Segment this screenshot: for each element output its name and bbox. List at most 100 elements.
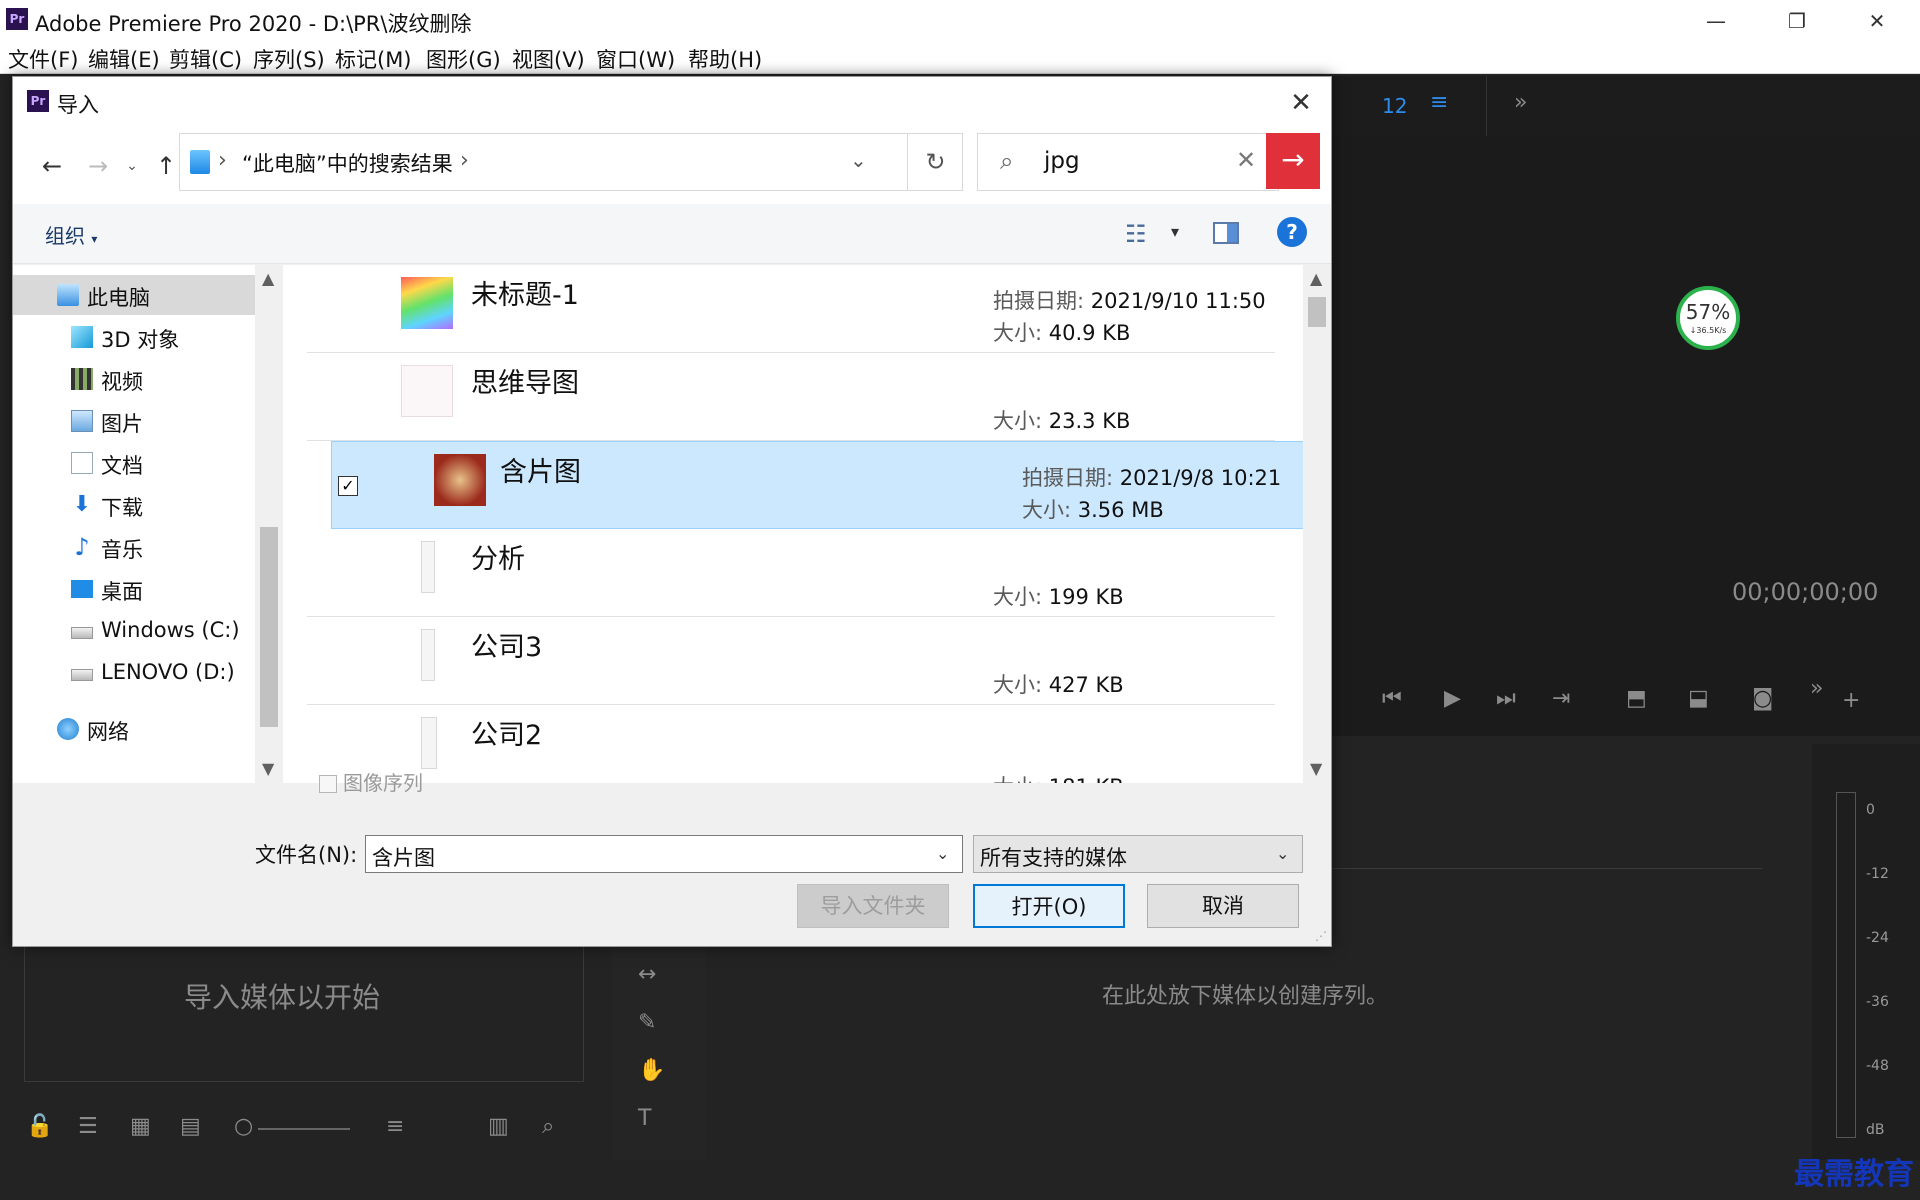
- go-to-out-icon[interactable]: ⇥: [1552, 686, 1570, 711]
- tree-item-downloads[interactable]: ⬇ 下载: [13, 485, 255, 525]
- lock-icon[interactable]: 🔓: [26, 1114, 53, 1139]
- menu-file[interactable]: 文件(F): [8, 44, 78, 74]
- menu-clip[interactable]: 剪辑(C): [169, 44, 242, 74]
- help-icon[interactable]: ?: [1277, 217, 1307, 247]
- step-forward-icon[interactable]: ⏭: [1496, 686, 1516, 711]
- menu-window[interactable]: 窗口(W): [596, 44, 675, 74]
- clear-search-icon[interactable]: ✕: [1236, 146, 1256, 174]
- panel-tab-count[interactable]: 12: [1382, 94, 1407, 118]
- view-options-icon[interactable]: ☷: [1125, 220, 1147, 248]
- file-row[interactable]: 公司2 大小: 181 KB: [301, 705, 1287, 783]
- menu-edit[interactable]: 编辑(E): [88, 44, 160, 74]
- resize-grip-icon[interactable]: ⋰: [1315, 929, 1327, 943]
- menu-help[interactable]: 帮助(H): [688, 44, 762, 74]
- filename-value[interactable]: 含片图: [372, 842, 435, 872]
- import-folder-button[interactable]: 导入文件夹: [797, 884, 949, 928]
- restore-button[interactable]: ❐: [1782, 6, 1812, 36]
- file-row-selected[interactable]: ✓ 含片图 拍摄日期: 2021/9/8 10:21 大小: 3.56 MB: [331, 441, 1317, 529]
- panel-overflow-icon[interactable]: »: [1514, 90, 1527, 115]
- tree-item-documents[interactable]: 文档: [13, 443, 255, 483]
- lift-icon[interactable]: ⬒: [1626, 686, 1647, 711]
- file-list-scrollbar[interactable]: ▲ ▼: [1303, 265, 1331, 783]
- close-button[interactable]: ✕: [1862, 6, 1892, 36]
- controls-overflow-icon[interactable]: »: [1810, 676, 1823, 701]
- menu-graphics[interactable]: 图形(G): [426, 44, 501, 74]
- rate-stretch-tool-icon[interactable]: ↔: [638, 962, 656, 987]
- hand-tool-icon[interactable]: ✋: [638, 1058, 665, 1083]
- scroll-down-icon[interactable]: ▼: [262, 759, 274, 778]
- checkbox-box[interactable]: [319, 775, 337, 793]
- file-row[interactable]: 未标题-1 拍摄日期: 2021/9/10 11:50 大小: 40.9 KB: [301, 265, 1287, 353]
- file-type-select[interactable]: 所有支持的媒体 ⌄: [973, 835, 1303, 873]
- network-speed-badge[interactable]: 57% ↓36.5K/s: [1676, 286, 1740, 350]
- address-dropdown-icon[interactable]: ⌄: [850, 148, 867, 172]
- file-row[interactable]: 公司3 大小: 427 KB: [301, 617, 1287, 705]
- organize-menu[interactable]: 组织 ▾: [45, 220, 97, 249]
- menu-marker[interactable]: 标记(M): [335, 44, 412, 74]
- tree-item-this-pc[interactable]: 此电脑: [13, 275, 255, 315]
- automate-icon[interactable]: ▥: [488, 1114, 509, 1139]
- tree-item-drive-c[interactable]: Windows (C:): [13, 611, 255, 651]
- address-bar[interactable]: › “此电脑”中的搜索结果 › ⌄ ↻: [179, 133, 963, 191]
- step-back-icon[interactable]: ⏮: [1382, 686, 1402, 711]
- breadcrumb-search-results[interactable]: “此电脑”中的搜索结果: [242, 148, 453, 178]
- tree-item-music[interactable]: ♪ 音乐: [13, 527, 255, 567]
- zoom-slider-icon[interactable]: ○: [234, 1114, 253, 1139]
- image-thumbnail: [421, 541, 435, 593]
- network-icon: [57, 718, 79, 740]
- tree-item-desktop[interactable]: 桌面: [13, 569, 255, 609]
- program-timecode[interactable]: 00;00;00;00: [1732, 578, 1878, 606]
- tree-scrollbar[interactable]: ▲ ▼: [255, 265, 283, 783]
- view-dropdown-icon[interactable]: ▾: [1171, 222, 1179, 241]
- find-icon[interactable]: ⌕: [542, 1114, 554, 1139]
- breadcrumb-chevron-icon[interactable]: ›: [218, 148, 227, 173]
- file-type-dropdown-icon[interactable]: ⌄: [1276, 844, 1289, 863]
- filename-input[interactable]: 含片图 ⌄: [365, 835, 963, 873]
- freeform-view-icon[interactable]: ▤: [180, 1114, 201, 1139]
- tree-scroll-thumb[interactable]: [260, 527, 278, 727]
- back-arrow-icon[interactable]: ←: [37, 151, 67, 181]
- scroll-down-icon[interactable]: ▼: [1310, 759, 1322, 778]
- scroll-up-icon[interactable]: ▲: [1310, 269, 1322, 288]
- menu-sequence[interactable]: 序列(S): [253, 44, 325, 74]
- image-sequence-checkbox[interactable]: 图像序列: [319, 767, 423, 796]
- tree-item-3d-objects[interactable]: 3D 对象: [13, 317, 255, 357]
- search-input[interactable]: jpg: [1044, 148, 1080, 174]
- file-list-scroll-thumb[interactable]: [1308, 297, 1326, 327]
- pen-tool-icon[interactable]: ✎: [638, 1010, 656, 1035]
- type-tool-icon[interactable]: T: [638, 1106, 651, 1131]
- recent-locations-icon[interactable]: ⌄: [117, 151, 147, 181]
- dialog-close-button[interactable]: ✕: [1283, 85, 1319, 121]
- file-name: 分析: [471, 544, 525, 575]
- list-view-icon[interactable]: ☰: [78, 1114, 98, 1139]
- icon-view-icon[interactable]: ▦: [130, 1114, 151, 1139]
- import-dialog: Pr 导入 ✕ ← → ⌄ ↑ › “此电脑”中的搜索结果 › ⌄ ↻ ⌕ jp…: [12, 76, 1332, 947]
- cancel-button[interactable]: 取消: [1147, 884, 1299, 928]
- tree-item-network[interactable]: 网络: [13, 709, 255, 749]
- up-arrow-icon[interactable]: ↑: [151, 151, 181, 181]
- app-title: Adobe Premiere Pro 2020 - D:\PR\波纹删除: [35, 12, 472, 36]
- minimize-button[interactable]: —: [1701, 6, 1731, 36]
- play-icon[interactable]: ▶: [1444, 686, 1461, 711]
- sort-icon[interactable]: ≡: [386, 1114, 404, 1139]
- breadcrumb-chevron-icon[interactable]: ›: [460, 148, 469, 173]
- forward-arrow-icon[interactable]: →: [83, 151, 113, 181]
- refresh-icon[interactable]: ↻: [907, 134, 963, 190]
- tree-item-video[interactable]: 视频: [13, 359, 255, 399]
- row-checkbox[interactable]: ✓: [338, 476, 358, 496]
- preview-pane-icon[interactable]: [1213, 222, 1239, 244]
- search-box[interactable]: ⌕ jpg ✕: [977, 133, 1279, 191]
- file-row[interactable]: 分析 大小: 199 KB: [301, 529, 1287, 617]
- add-button-icon[interactable]: +: [1842, 688, 1860, 713]
- panel-menu-icon[interactable]: ≡: [1430, 90, 1448, 115]
- open-button[interactable]: 打开(O): [973, 884, 1125, 928]
- export-frame-icon[interactable]: ◙: [1752, 686, 1773, 711]
- extract-icon[interactable]: ⬓: [1688, 686, 1709, 711]
- menu-view[interactable]: 视图(V): [512, 44, 585, 74]
- scroll-up-icon[interactable]: ▲: [262, 269, 274, 288]
- search-go-arrow-icon[interactable]: →: [1266, 133, 1320, 189]
- tree-item-drive-d[interactable]: LENOVO (D:): [13, 653, 255, 693]
- file-row[interactable]: 思维导图 大小: 23.3 KB: [301, 353, 1287, 441]
- tree-item-pictures[interactable]: 图片: [13, 401, 255, 441]
- filename-dropdown-icon[interactable]: ⌄: [936, 844, 949, 863]
